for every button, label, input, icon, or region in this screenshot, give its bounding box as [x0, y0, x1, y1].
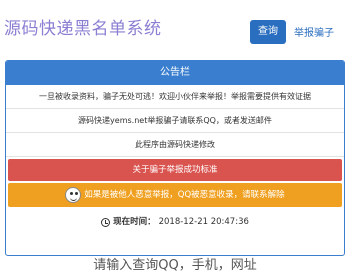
site-title: 源码快递黑名单系统 — [4, 19, 162, 39]
current-time-row: 现在时间： 2018-12-21 20:47:36 — [6, 209, 344, 235]
false-report-text: 如果是被他人恶意举报，QQ被恶意收录，请联系解除 — [84, 190, 285, 200]
avatar-icon — [65, 187, 82, 203]
notice-line-2: 源码快递yems.net举报骗子请联系QQ，或者发送邮件 — [6, 109, 344, 133]
clock-icon — [101, 217, 111, 227]
time-label: 现在时间： — [113, 217, 156, 227]
notice-panel: 公告栏 一旦被收录资料，骗子无处可逃！欢迎小伙伴来举报！举报需要提供有效证据 源… — [5, 60, 345, 256]
query-button[interactable]: 查询 — [250, 20, 286, 44]
report-standard-link[interactable]: 关于骗子举报成功标准 — [8, 159, 342, 181]
notice-heading: 公告栏 — [6, 61, 344, 85]
notice-line-3: 此程序由源码快递修改 — [6, 133, 344, 157]
search-prompt: 请输入查询QQ，手机，网址 — [93, 258, 257, 273]
header: 源码快递黑名单系统 查询 举报骗子 — [0, 0, 350, 52]
report-scammer-link[interactable]: 举报骗子 — [294, 24, 334, 39]
false-report-notice[interactable]: 如果是被他人恶意举报，QQ被恶意收录，请联系解除 — [8, 183, 342, 207]
notice-line-1: 一旦被收录资料，骗子无处可逃！欢迎小伙伴来举报！举报需要提供有效证据 — [6, 85, 344, 109]
time-value: 2018-12-21 20:47:36 — [158, 217, 249, 227]
